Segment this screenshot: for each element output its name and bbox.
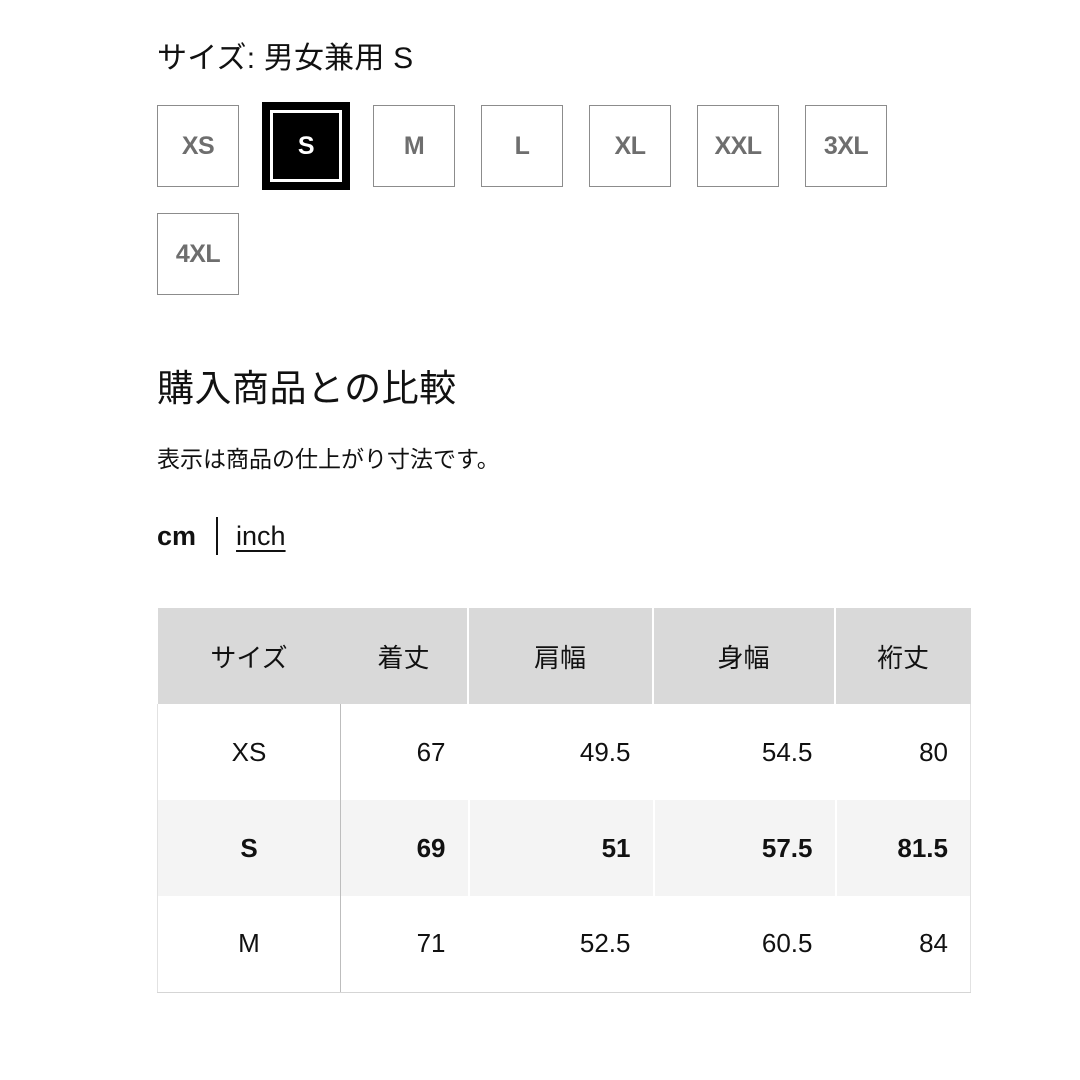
cell-sleeve-length: 84 — [834, 896, 971, 993]
cell-size: S — [157, 800, 341, 896]
size-measurement-table: サイズ 着丈 肩幅 身幅 裄丈 XS 67 49.5 54.5 80 S 69 — [157, 608, 971, 993]
cell-chest-width: 57.5 — [652, 800, 835, 896]
size-swatch-label: 3XL — [823, 131, 869, 160]
size-swatch-s[interactable]: S — [265, 105, 347, 187]
column-header-shoulder-width: 肩幅 — [467, 608, 654, 704]
size-swatch-4xl[interactable]: 4XL — [157, 213, 239, 295]
cell-size: XS — [157, 704, 341, 800]
size-table-wrapper: サイズ 着丈 肩幅 身幅 裄丈 XS 67 49.5 54.5 80 S 69 — [157, 608, 971, 993]
unit-option-cm[interactable]: cm — [157, 522, 196, 550]
size-swatch-label: S — [297, 131, 315, 160]
size-table-body: XS 67 49.5 54.5 80 S 69 51 57.5 81.5 M 7… — [157, 704, 971, 993]
cell-chest-width: 60.5 — [652, 896, 835, 993]
size-guide-page: サイズ: 男女兼用 S XS S M L XL XXL 3XL 4XL 購入商品… — [0, 0, 1080, 1080]
comparison-note: 表示は商品の仕上がり寸法です。 — [157, 446, 500, 472]
size-swatch-l[interactable]: L — [481, 105, 563, 187]
size-swatch-m[interactable]: M — [373, 105, 455, 187]
size-swatch-label: XS — [181, 131, 215, 160]
unit-option-inch[interactable]: inch — [236, 522, 286, 550]
column-header-chest-width: 身幅 — [652, 608, 836, 704]
size-swatch-xxl[interactable]: XXL — [697, 105, 779, 187]
table-row: XS 67 49.5 54.5 80 — [157, 704, 971, 800]
cell-body-length: 71 — [340, 896, 468, 993]
table-row: S 69 51 57.5 81.5 — [157, 800, 971, 896]
size-swatch-label: L — [514, 131, 530, 160]
cell-size: M — [157, 896, 341, 993]
cell-shoulder-width: 52.5 — [467, 896, 653, 993]
cell-sleeve-length: 80 — [834, 704, 971, 800]
cell-shoulder-width: 49.5 — [467, 704, 653, 800]
unit-divider — [216, 517, 219, 555]
size-selector-label: サイズ: 男女兼用 S — [157, 42, 414, 75]
cell-body-length: 69 — [340, 800, 468, 896]
comparison-heading: 購入商品との比較 — [157, 368, 457, 409]
column-header-sleeve-length: 裄丈 — [834, 608, 971, 704]
table-header-row: サイズ 着丈 肩幅 身幅 裄丈 — [157, 608, 971, 704]
size-swatch-3xl[interactable]: 3XL — [805, 105, 887, 187]
size-swatch-group: XS S M L XL XXL 3XL 4XL — [157, 105, 917, 295]
size-swatch-xs[interactable]: XS — [157, 105, 239, 187]
cell-chest-width: 54.5 — [652, 704, 835, 800]
column-header-size: サイズ — [157, 608, 341, 704]
column-header-body-length: 着丈 — [340, 608, 469, 704]
size-swatch-label: XL — [614, 131, 646, 160]
cell-body-length: 67 — [340, 704, 468, 800]
unit-toggle: cm inch — [157, 516, 1080, 556]
cell-sleeve-length: 81.5 — [834, 800, 971, 896]
cell-shoulder-width: 51 — [467, 800, 653, 896]
size-swatch-label: M — [403, 131, 425, 160]
size-swatch-label: XXL — [714, 131, 762, 160]
size-swatch-xl[interactable]: XL — [589, 105, 671, 187]
size-table-head: サイズ 着丈 肩幅 身幅 裄丈 — [157, 608, 971, 704]
size-swatch-label: 4XL — [175, 239, 221, 268]
table-row: M 71 52.5 60.5 84 — [157, 896, 971, 993]
